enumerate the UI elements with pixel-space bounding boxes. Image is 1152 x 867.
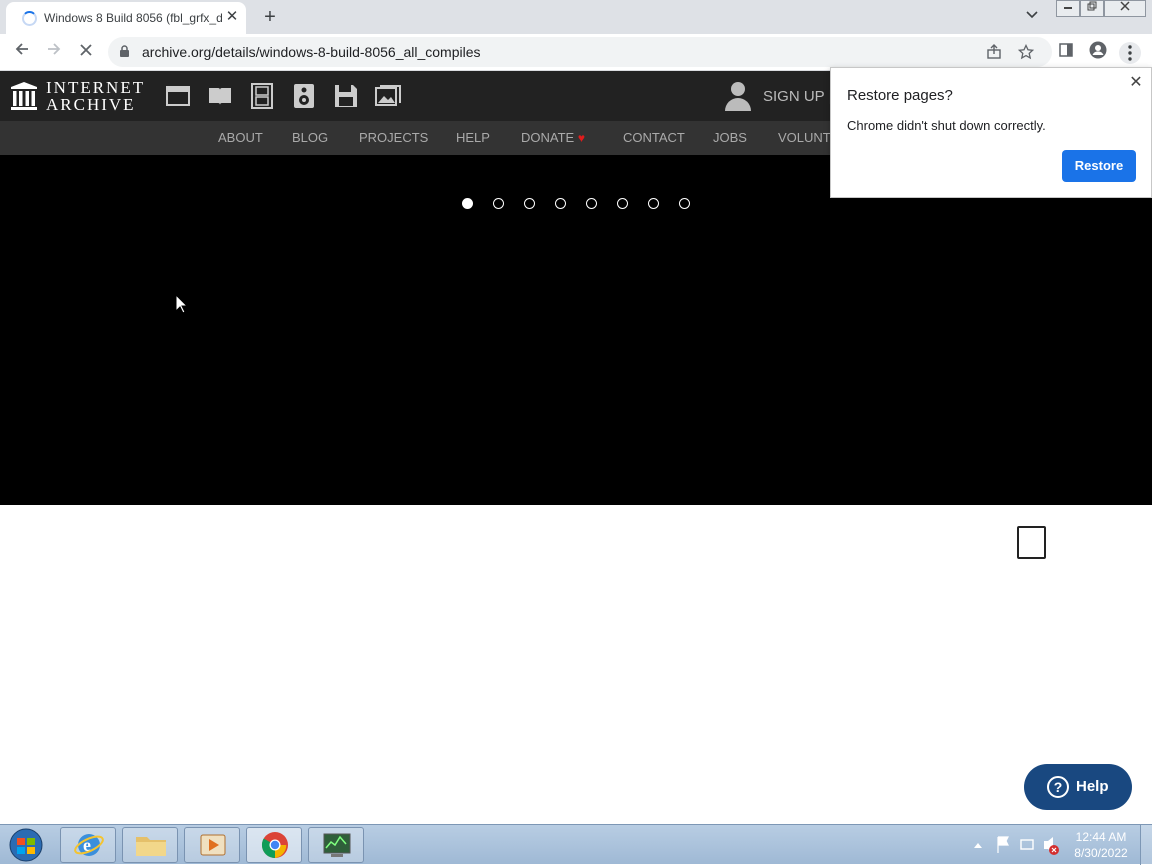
nav-contact[interactable]: CONTACT: [623, 130, 685, 145]
item-placeholder-frame: [1017, 526, 1046, 559]
action-center-flag-icon: [997, 836, 1009, 853]
folder-icon: [136, 837, 166, 856]
taskbar-media-player[interactable]: [184, 827, 240, 863]
chrome-icon: [261, 832, 288, 859]
video-film-icon[interactable]: [249, 83, 275, 109]
carousel-dot[interactable]: [679, 198, 690, 209]
media-carousel[interactable]: [0, 155, 1152, 505]
system-tray[interactable]: [968, 831, 1068, 859]
ia-logo-icon[interactable]: [10, 81, 38, 111]
restore-window-button[interactable]: [1080, 0, 1104, 17]
nav-projects[interactable]: PROJECTS: [359, 130, 428, 145]
new-tab-button[interactable]: +: [258, 6, 282, 28]
nav-jobs[interactable]: JOBS: [713, 130, 747, 145]
audio-speaker-icon[interactable]: [291, 83, 317, 109]
carousel-dot[interactable]: [617, 198, 628, 209]
back-button[interactable]: [10, 41, 34, 63]
restore-dialog-title: Restore pages?: [847, 87, 953, 104]
taskbar-file-explorer[interactable]: [122, 827, 178, 863]
tab-search-button[interactable]: [1022, 8, 1042, 26]
nav-about[interactable]: ABOUT: [218, 130, 263, 145]
user-avatar-icon[interactable]: [724, 80, 752, 112]
images-icon[interactable]: [375, 83, 401, 109]
taskbar-task-manager[interactable]: [308, 827, 364, 863]
question-mark-icon: ?: [1047, 776, 1069, 798]
bookmark-star-icon[interactable]: [1018, 44, 1034, 60]
clock-date: 8/30/2022: [1074, 846, 1128, 860]
tab-title: Windows 8 Build 8056 (fbl_grfx_d: [44, 11, 222, 25]
monitor-app-icon: [323, 833, 351, 857]
minimize-icon: [1064, 7, 1072, 9]
windows-taskbar: e 12:44 AM 8/30/2022: [0, 824, 1152, 865]
ia-logo-line2: ARCHIVE: [46, 95, 136, 114]
tab-close-button[interactable]: ✕: [224, 8, 240, 26]
stop-icon: [80, 44, 92, 56]
carousel-dot[interactable]: [524, 198, 535, 209]
side-panel-icon: [1059, 43, 1073, 57]
address-bar[interactable]: archive.org/details/windows-8-build-8056…: [108, 37, 1052, 67]
close-icon: [1120, 1, 1130, 11]
restore-window-icon: [1087, 1, 1097, 11]
loading-spinner-icon: [22, 11, 37, 26]
nav-help[interactable]: HELP: [456, 130, 490, 145]
help-button-label: Help: [1076, 778, 1109, 795]
internet-explorer-icon: e: [74, 834, 104, 856]
tab-active[interactable]: Windows 8 Build 8056 (fbl_grfx_d ✕: [6, 2, 246, 34]
ia-logo-text[interactable]: INTERNET ARCHIVE: [46, 79, 145, 113]
nav-donate[interactable]: DONATE ♥: [521, 130, 585, 145]
profile-button[interactable]: [1086, 41, 1110, 63]
forward-arrow-icon: [48, 43, 61, 55]
heart-icon: ♥: [577, 131, 585, 145]
side-panel-button[interactable]: [1054, 41, 1078, 63]
taskbar-chrome[interactable]: [246, 827, 302, 863]
network-icon: [1020, 839, 1034, 850]
texts-book-icon[interactable]: [207, 83, 233, 109]
url-text: archive.org/details/windows-8-build-8056…: [142, 44, 481, 60]
lock-icon: [120, 45, 129, 57]
start-orb-icon[interactable]: [4, 827, 48, 863]
software-floppy-icon[interactable]: [333, 83, 359, 109]
forward-button[interactable]: [42, 41, 66, 63]
ia-logo-line1: INTERNET: [46, 78, 146, 97]
nav-blog[interactable]: BLOG: [292, 130, 328, 145]
web-archive-icon[interactable]: [165, 83, 191, 109]
tab-strip: Windows 8 Build 8056 (fbl_grfx_d ✕ +: [0, 0, 1152, 34]
restore-button[interactable]: Restore: [1062, 150, 1136, 182]
stop-loading-button[interactable]: [74, 41, 98, 63]
browser-toolbar: archive.org/details/windows-8-build-8056…: [0, 34, 1152, 71]
profile-icon: [1089, 41, 1107, 59]
nav-donate-label: DONATE: [521, 130, 575, 145]
carousel-dot[interactable]: [555, 198, 566, 209]
carousel-dot[interactable]: [493, 198, 504, 209]
close-window-button[interactable]: [1104, 0, 1146, 17]
clock-time: 12:44 AM: [1075, 830, 1127, 844]
restore-dialog-message: Chrome didn't shut down correctly.: [847, 118, 1046, 133]
show-desktop-button[interactable]: [1140, 825, 1152, 865]
restore-pages-dialog: Restore pages? Chrome didn't shut down c…: [830, 67, 1152, 198]
help-button[interactable]: ? Help: [1024, 764, 1132, 810]
mouse-cursor-icon: [175, 294, 188, 314]
back-arrow-icon: [15, 43, 28, 55]
show-hidden-icons-icon: [974, 843, 982, 848]
taskbar-clock[interactable]: 12:44 AM 8/30/2022: [1066, 829, 1136, 861]
kebab-menu-icon: [1119, 42, 1141, 64]
carousel-dot[interactable]: [586, 198, 597, 209]
minimize-button[interactable]: [1056, 0, 1080, 17]
media-player-icon: [200, 834, 226, 856]
taskbar-internet-explorer[interactable]: e: [60, 827, 116, 863]
chevron-down-icon: [1026, 11, 1038, 19]
carousel-dot[interactable]: [648, 198, 659, 209]
restore-dialog-close-button[interactable]: ✕: [1127, 74, 1145, 92]
sign-up-link[interactable]: SIGN UP |: [763, 88, 832, 105]
carousel-dot[interactable]: [462, 198, 473, 209]
chrome-menu-button[interactable]: [1118, 41, 1142, 64]
share-icon[interactable]: [986, 44, 1002, 60]
